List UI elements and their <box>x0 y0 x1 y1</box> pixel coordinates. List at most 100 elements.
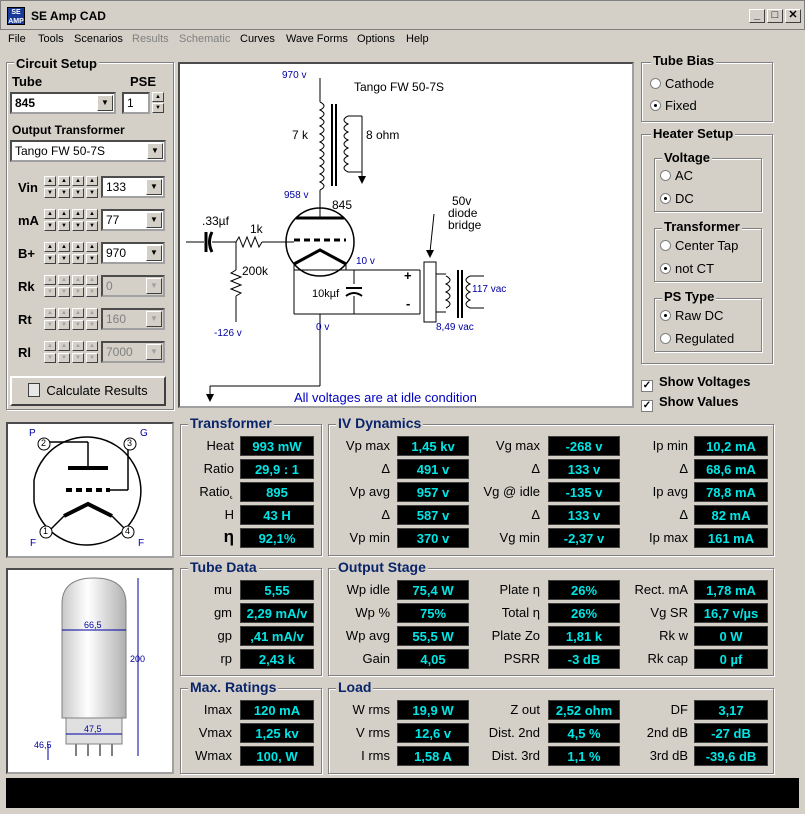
chevron-down-icon[interactable]: ▼ <box>146 344 162 360</box>
param-up-button[interactable]: ▲ <box>44 341 56 351</box>
radio-cathode[interactable]: Cathode <box>650 76 714 91</box>
result-label: Δ <box>381 461 390 476</box>
param-up-button[interactable]: ▲ <box>86 308 98 318</box>
chevron-down-icon[interactable]: ▼ <box>147 143 163 159</box>
param-up-button[interactable]: ▲ <box>72 209 84 219</box>
param-select[interactable]: 77 ▼ <box>101 209 165 231</box>
ot-select[interactable]: Tango FW 50-7S ▼ <box>10 140 166 162</box>
param-up-button[interactable]: ▲ <box>86 275 98 285</box>
pse-input[interactable]: 1 <box>122 92 150 114</box>
radio-dc[interactable]: DC <box>660 191 694 206</box>
param-up-button[interactable]: ▲ <box>44 209 56 219</box>
radio-not-ct[interactable]: not CT <box>660 261 714 276</box>
iv-dynamics-title: IV Dynamics <box>336 415 424 431</box>
result-value: 1,25 kv <box>240 723 314 743</box>
param-up-button[interactable]: ▲ <box>58 308 70 318</box>
param-up-button[interactable]: ▲ <box>72 275 84 285</box>
radio-ac[interactable]: AC <box>660 168 693 183</box>
menu-results[interactable]: Results <box>132 33 169 45</box>
param-up-button[interactable]: ▲ <box>72 341 84 351</box>
param-up-button[interactable]: ▲ <box>58 242 70 252</box>
param-down-button[interactable]: ▼ <box>58 188 70 198</box>
show-values-checkbox[interactable]: ✓ Show Values <box>641 394 738 412</box>
radio-center-tap[interactable]: Center Tap <box>660 238 738 253</box>
menu-options[interactable]: Options <box>357 33 395 45</box>
param-up-button[interactable]: ▲ <box>44 242 56 252</box>
param-down-button[interactable]: ▼ <box>58 254 70 264</box>
menu-wave-forms[interactable]: Wave Forms <box>286 33 348 45</box>
param-down-button[interactable]: ▼ <box>44 287 56 297</box>
param-down-button[interactable]: ▼ <box>58 320 70 330</box>
param-down-button[interactable]: ▼ <box>86 254 98 264</box>
param-up-button[interactable]: ▲ <box>72 242 84 252</box>
param-down-button[interactable]: ▼ <box>44 353 56 363</box>
param-value: 7000 <box>106 345 133 359</box>
param-down-button[interactable]: ▼ <box>72 221 84 231</box>
pse-down-button[interactable]: ▼ <box>152 103 164 113</box>
param-select[interactable]: 0 ▼ <box>101 275 165 297</box>
param-up-button[interactable]: ▲ <box>58 209 70 219</box>
param-down-button[interactable]: ▼ <box>44 320 56 330</box>
maximize-button[interactable]: □ <box>767 9 783 23</box>
result-label: Gain <box>362 651 390 666</box>
chevron-down-icon[interactable]: ▼ <box>97 95 113 111</box>
param-up-button[interactable]: ▲ <box>86 341 98 351</box>
radio-raw-dc[interactable]: Raw DC <box>660 308 723 323</box>
param-down-button[interactable]: ▼ <box>86 188 98 198</box>
menu-tools[interactable]: Tools <box>38 33 64 45</box>
chevron-down-icon[interactable]: ▼ <box>146 278 162 294</box>
menu-file[interactable]: File <box>8 33 26 45</box>
param-up-button[interactable]: ▲ <box>72 308 84 318</box>
param-down-button[interactable]: ▼ <box>44 188 56 198</box>
result-label: Rk cap <box>647 651 688 666</box>
param-down-button[interactable]: ▼ <box>44 254 56 264</box>
label-958v: 958 v <box>284 190 309 201</box>
chevron-down-icon[interactable]: ▼ <box>146 212 162 228</box>
param-down-button[interactable]: ▼ <box>58 287 70 297</box>
minimize-button[interactable]: _ <box>749 9 765 23</box>
param-up-button[interactable]: ▲ <box>58 176 70 186</box>
menu-scenarios[interactable]: Scenarios <box>74 33 123 45</box>
label-ot-name: Tango FW 50-7S <box>354 80 445 94</box>
tube-select[interactable]: 845 ▼ <box>10 92 116 114</box>
param-select[interactable]: 133 ▼ <box>101 176 165 198</box>
close-button[interactable]: ✕ <box>785 9 801 23</box>
param-down-button[interactable]: ▼ <box>86 221 98 231</box>
param-up-button[interactable]: ▲ <box>44 176 56 186</box>
param-select[interactable]: 970 ▼ <box>101 242 165 264</box>
param-up-button[interactable]: ▲ <box>86 209 98 219</box>
chevron-down-icon[interactable]: ▼ <box>146 245 162 261</box>
chevron-down-icon[interactable]: ▼ <box>146 179 162 195</box>
param-up-button[interactable]: ▲ <box>44 308 56 318</box>
param-down-button[interactable]: ▼ <box>86 320 98 330</box>
param-down-button[interactable]: ▼ <box>44 221 56 231</box>
param-select[interactable]: 160 ▼ <box>101 308 165 330</box>
chevron-down-icon[interactable]: ▼ <box>146 311 162 327</box>
param-down-button[interactable]: ▼ <box>86 287 98 297</box>
menu-help[interactable]: Help <box>406 33 429 45</box>
param-down-button[interactable]: ▼ <box>72 320 84 330</box>
param-up-button[interactable]: ▲ <box>72 176 84 186</box>
pse-up-button[interactable]: ▲ <box>152 92 164 102</box>
show-voltages-checkbox[interactable]: ✓ Show Voltages <box>641 374 751 392</box>
param-up-button[interactable]: ▲ <box>86 242 98 252</box>
param-select[interactable]: 7000 ▼ <box>101 341 165 363</box>
param-down-button[interactable]: ▼ <box>86 353 98 363</box>
param-down-button[interactable]: ▼ <box>72 353 84 363</box>
result-label: gp <box>217 628 232 643</box>
result-label: rp <box>220 651 232 666</box>
param-down-button[interactable]: ▼ <box>72 188 84 198</box>
param-down-button[interactable]: ▼ <box>72 254 84 264</box>
param-up-button[interactable]: ▲ <box>58 341 70 351</box>
param-up-button[interactable]: ▲ <box>58 275 70 285</box>
menu-schematic[interactable]: Schematic <box>179 33 230 45</box>
param-up-button[interactable]: ▲ <box>86 176 98 186</box>
radio-regulated[interactable]: Regulated <box>660 331 734 346</box>
menu-curves[interactable]: Curves <box>240 33 275 45</box>
param-up-button[interactable]: ▲ <box>44 275 56 285</box>
calculate-results-button[interactable]: Calculate Results <box>10 376 166 406</box>
radio-fixed[interactable]: Fixed <box>650 98 697 113</box>
param-down-button[interactable]: ▼ <box>58 221 70 231</box>
param-down-button[interactable]: ▼ <box>72 287 84 297</box>
param-down-button[interactable]: ▼ <box>58 353 70 363</box>
